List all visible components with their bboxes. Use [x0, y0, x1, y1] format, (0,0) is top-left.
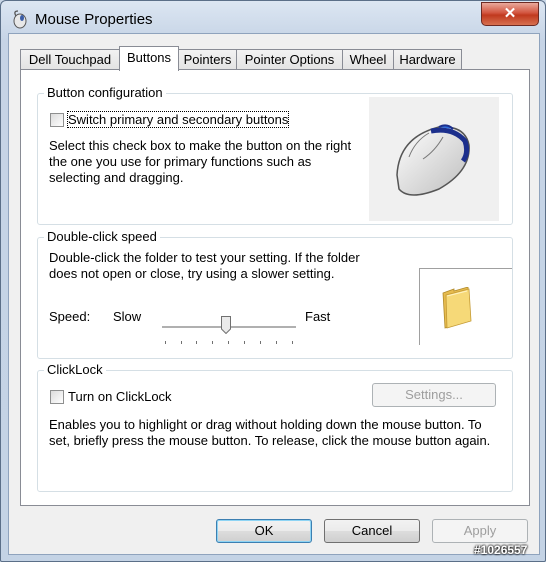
mouse-icon — [13, 10, 27, 29]
title-bar[interactable]: Mouse Properties ✕ — [1, 1, 545, 35]
buttons-tab-panel: Button configuration Switch primary and … — [20, 69, 530, 506]
mouse-properties-window: Mouse Properties ✕ Dell Touchpad Buttons… — [0, 0, 546, 562]
close-icon: ✕ — [503, 5, 517, 22]
folder-icon[interactable] — [440, 287, 474, 329]
tab-hardware[interactable]: Hardware — [393, 49, 462, 70]
button-configuration-description: Select this check box to make the button… — [49, 138, 352, 185]
ok-button[interactable]: OK — [216, 519, 312, 543]
dialog-client-area: Dell Touchpad Buttons Pointers Pointer O… — [8, 33, 540, 555]
tab-dell-touchpad[interactable]: Dell Touchpad — [20, 49, 120, 70]
mouse-preview-image — [369, 97, 499, 221]
tab-wheel[interactable]: Wheel — [342, 49, 394, 70]
switch-buttons-label[interactable]: Switch primary and secondary buttons — [66, 111, 290, 128]
slider-tick — [165, 341, 166, 344]
slider-tick — [260, 341, 261, 344]
tab-pointers[interactable]: Pointers — [178, 49, 237, 70]
double-click-speed-group: Double-click speed Double-click the fold… — [37, 229, 513, 359]
double-click-speed-title: Double-click speed — [44, 229, 160, 244]
clicklock-title: ClickLock — [44, 362, 106, 377]
tab-buttons[interactable]: Buttons — [119, 46, 179, 71]
clicklock-settings-button[interactable]: Settings... — [372, 383, 496, 407]
clicklock-checkbox[interactable] — [50, 390, 64, 404]
speed-slider-thumb[interactable] — [221, 316, 231, 334]
slider-tick — [196, 341, 197, 344]
slider-tick — [292, 341, 293, 344]
slider-tick — [228, 341, 229, 344]
slider-tick — [181, 341, 182, 344]
window-title: Mouse Properties — [35, 11, 153, 28]
mouse-illustration-icon — [396, 124, 470, 196]
button-configuration-title: Button configuration — [44, 85, 166, 100]
slider-tick — [276, 341, 277, 344]
clicklock-label[interactable]: Turn on ClickLock — [68, 389, 172, 404]
slider-tick — [212, 341, 213, 344]
slider-tick — [244, 341, 245, 344]
apply-button[interactable]: Apply — [432, 519, 528, 543]
watermark-text: #1026557 — [474, 543, 528, 557]
switch-buttons-checkbox[interactable] — [50, 113, 64, 127]
clicklock-group: ClickLock Turn on ClickLock Settings... … — [37, 362, 513, 492]
close-button[interactable]: ✕ — [481, 2, 539, 26]
slow-label: Slow — [113, 309, 142, 324]
speed-label: Speed: — [49, 309, 91, 324]
double-click-description: Double-click the folder to test your set… — [49, 250, 360, 281]
test-folder-area[interactable] — [419, 268, 512, 345]
tab-pointer-options[interactable]: Pointer Options — [236, 49, 343, 70]
button-configuration-group: Button configuration Switch primary and … — [37, 85, 513, 225]
clicklock-description: Enables you to highlight or drag without… — [49, 417, 491, 448]
fast-label: Fast — [305, 309, 331, 324]
cancel-button[interactable]: Cancel — [324, 519, 420, 543]
